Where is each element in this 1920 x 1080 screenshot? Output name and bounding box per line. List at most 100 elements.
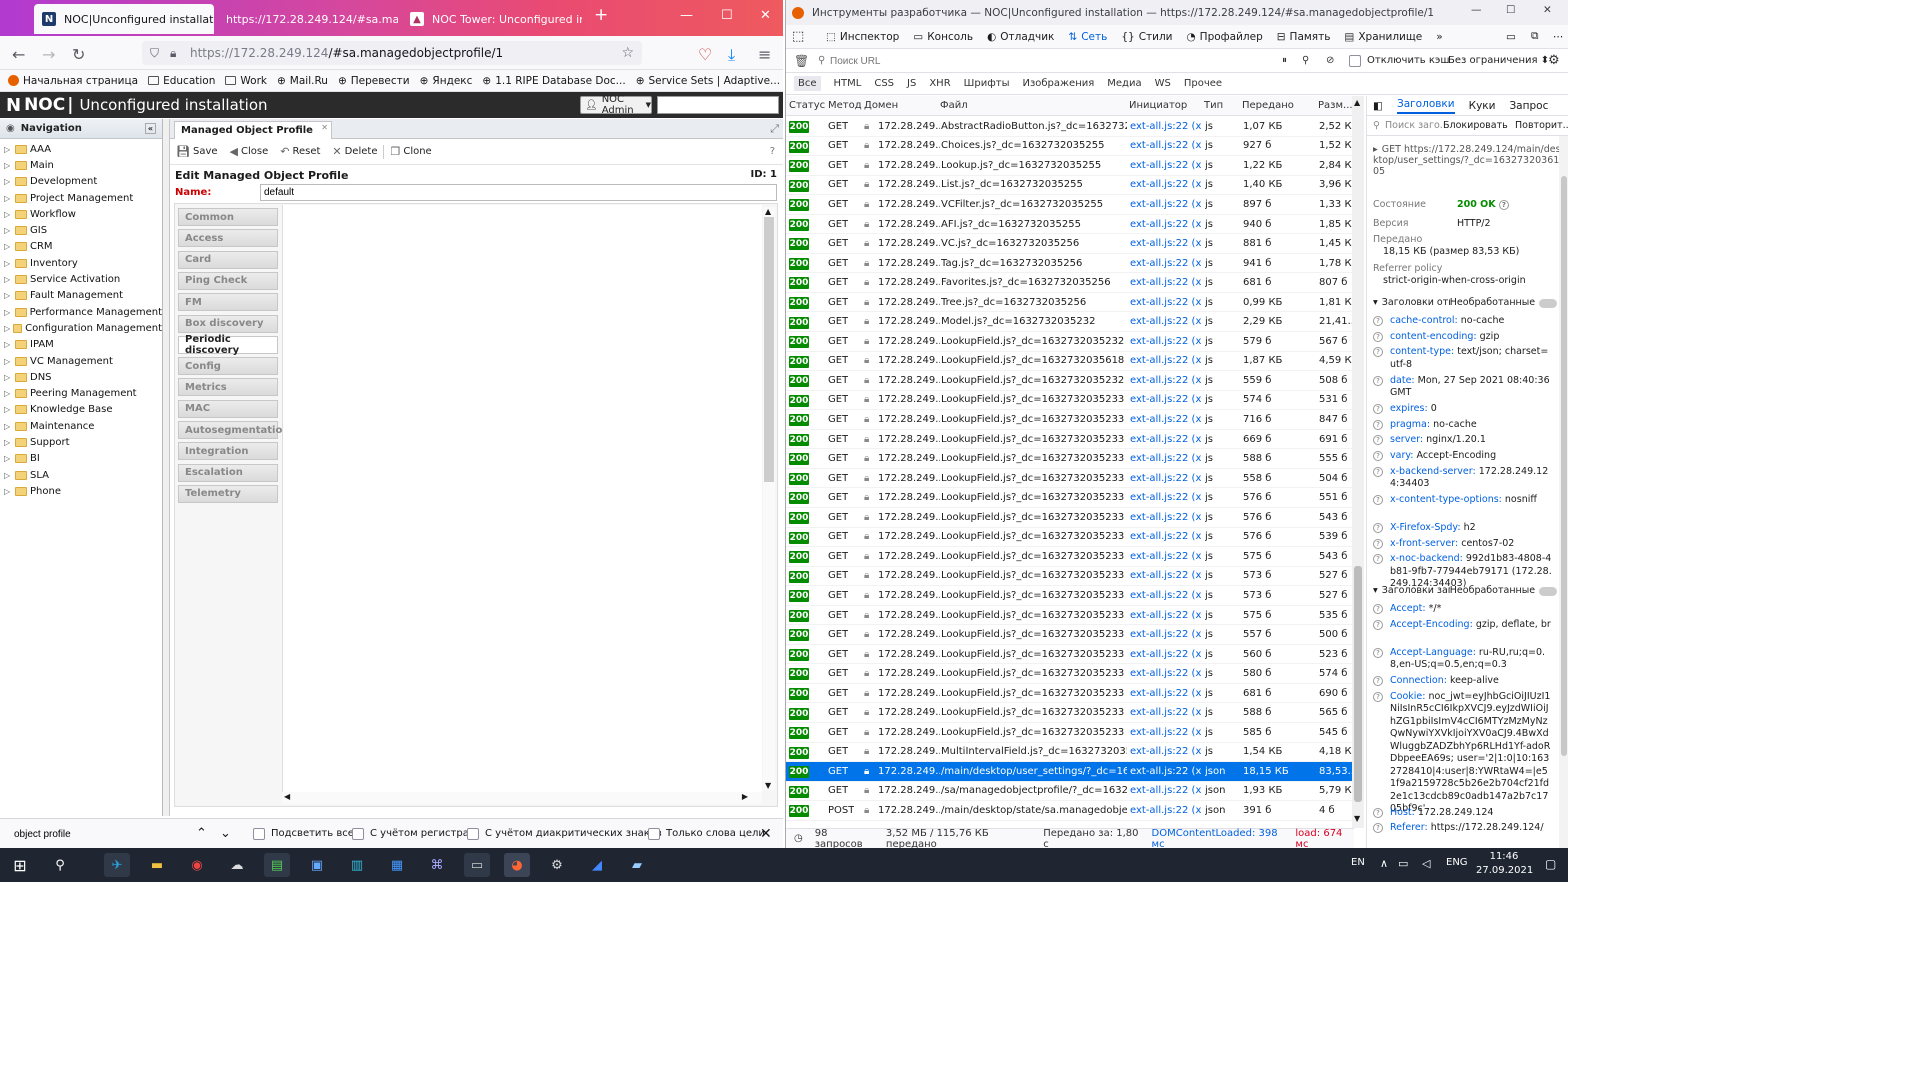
expand-arrow-icon[interactable]: ▷: [4, 275, 12, 284]
column-header[interactable]: Передано: [1242, 100, 1294, 111]
find-previous-icon[interactable]: ⌃: [196, 826, 207, 841]
request-row[interactable]: 200 GET 🔒︎ 172.28.249....Tag.js?_dc=1632732…: [786, 254, 1352, 274]
request-initiator[interactable]: ext-all.js:22 (xhr): [1130, 316, 1202, 327]
expand-arrow-icon[interactable]: ▷: [4, 438, 12, 447]
close-window-icon[interactable]: ✕: [760, 8, 771, 23]
request-row[interactable]: 200 GET 🔒︎ 172.28.249....LookupField.js?_dc…: [786, 371, 1352, 391]
type-filter-button[interactable]: JS: [907, 78, 916, 89]
help-icon[interactable]: ?: [1373, 316, 1383, 326]
expand-arrow-icon[interactable]: ▷: [4, 471, 12, 480]
request-initiator[interactable]: ext-all.js:22 (xhr): [1130, 394, 1202, 405]
nav-tree-item[interactable]: ▷ BI: [0, 451, 162, 467]
column-header[interactable]: Разм...: [1318, 100, 1353, 111]
request-initiator[interactable]: ext-all.js:22 (xhr): [1130, 590, 1202, 601]
reset-button[interactable]: ↶ Reset: [280, 145, 320, 158]
nav-tree-item[interactable]: ▷ GIS: [0, 222, 162, 238]
bookmark-star-icon[interactable]: ☆: [621, 45, 634, 61]
expand-arrow-icon[interactable]: ▷: [4, 226, 12, 235]
request-initiator[interactable]: ext-all.js:22 (xhr): [1130, 746, 1202, 757]
help-icon[interactable]: ?: [1373, 403, 1383, 414]
section-tab[interactable]: MAC: [178, 399, 278, 418]
expand-arrow-icon[interactable]: ▷: [4, 454, 12, 463]
scroll-thumb[interactable]: [764, 217, 774, 482]
find-next-icon[interactable]: ⌄: [220, 826, 231, 841]
responsive-icon[interactable]: ⧉: [1531, 30, 1539, 43]
column-header[interactable]: Домен: [864, 100, 898, 111]
help-icon[interactable]: ?: [1373, 604, 1383, 614]
chevron-up-icon[interactable]: ∧: [1380, 857, 1388, 870]
pocket-icon[interactable]: ♡: [698, 45, 712, 64]
headers-filter-input[interactable]: Поиск заго.: [1385, 120, 1443, 131]
request-list-scrollbar[interactable]: ▲ ▼: [1352, 96, 1364, 828]
match-case-checkbox[interactable]: С учётом регистра: [352, 827, 469, 840]
expand-arrow-icon[interactable]: ▷: [4, 373, 12, 382]
details-tab[interactable]: Куки: [1469, 100, 1496, 112]
delete-button[interactable]: ✕ Delete: [332, 145, 377, 158]
section-tab[interactable]: FM: [178, 293, 278, 312]
nav-tree-item[interactable]: ▷ Support: [0, 434, 162, 450]
address-bar[interactable]: ⛉ 🔒︎ https://172.28.249.124/#sa.managedo…: [142, 41, 642, 65]
scroll-down-icon[interactable]: ▼: [765, 781, 771, 790]
terminal-icon[interactable]: ▭: [464, 853, 490, 877]
close-window-icon[interactable]: ✕: [1543, 4, 1552, 16]
request-row[interactable]: 200 GET 🔒︎ 172.28.249....LookupField.js?_dc…: [786, 430, 1352, 450]
bookmark-item[interactable]: ⊕ Яндекс: [420, 75, 473, 87]
scroll-left-icon[interactable]: ◀: [284, 792, 290, 801]
user-menu-button[interactable]: 👤︎ NOC Admin ▼: [580, 94, 652, 116]
chrome-icon[interactable]: ◉: [184, 853, 210, 877]
request-row[interactable]: 200 GET 🔒︎ 172.28.249....LookupField.js?_dc…: [786, 704, 1352, 723]
close-find-icon[interactable]: ✕: [760, 826, 772, 842]
maximize-icon[interactable]: ☐: [721, 8, 733, 23]
request-row[interactable]: 200 GET 🔒︎ 172.28.249..../main/desktop/user…: [786, 762, 1352, 782]
nav-tree-item[interactable]: ▷ Project Management: [0, 190, 162, 206]
help-icon[interactable]: ?: [1373, 691, 1383, 702]
nav-tree-item[interactable]: ▷ Inventory: [0, 255, 162, 271]
request-initiator[interactable]: ext-all.js:22 (xhr): [1130, 629, 1202, 640]
response-headers-section[interactable]: ▾Заголовки ответаНеобработанные: [1373, 297, 1563, 308]
expand-icon[interactable]: ▸: [1373, 144, 1378, 155]
request-initiator[interactable]: ext-all.js:22 (xhr): [1130, 785, 1202, 796]
request-initiator[interactable]: ext-all.js:22 (xhr): [1130, 610, 1202, 621]
bookmark-item[interactable]: ⊕ 1.1 RIPE Database Doc...: [482, 75, 625, 87]
help-icon[interactable]: ?: [1373, 450, 1383, 461]
request-row[interactable]: 200 GET 🔒︎ 172.28.249....LookupField.js?_dc…: [786, 352, 1352, 372]
scroll-up-icon[interactable]: ▲: [1354, 98, 1360, 107]
expand-arrow-icon[interactable]: ▷: [4, 357, 12, 366]
browser-tab-noc[interactable]: N NOC|Unconfigured installation ✕: [34, 4, 214, 34]
diacritics-checkbox[interactable]: С учётом диакритических знаков: [467, 827, 662, 840]
scroll-up-icon[interactable]: ▲: [765, 207, 771, 216]
nav-tree-item[interactable]: ▷ Peering Management: [0, 385, 162, 401]
section-tab[interactable]: Autosegmentation: [178, 421, 289, 439]
store-icon[interactable]: ▥: [344, 853, 370, 877]
help-icon[interactable]: ?: [1373, 676, 1383, 687]
request-initiator[interactable]: ext-all.js:22 (xhr): [1130, 375, 1202, 386]
details-tab[interactable]: Запрос: [1509, 100, 1548, 112]
tab-managed-object-profile[interactable]: Managed Object Profile ✕: [174, 121, 332, 139]
settings-gear-icon[interactable]: ⚙: [544, 853, 570, 877]
help-icon[interactable]: ?: [1373, 435, 1383, 446]
request-initiator[interactable]: ext-all.js:22 (xhr): [1130, 688, 1202, 699]
request-row[interactable]: 200 GET 🔒︎ 172.28.249....LookupField.js?_dc…: [786, 723, 1352, 743]
notifications-icon[interactable]: ▢: [1545, 857, 1556, 871]
input-language[interactable]: EN: [1351, 857, 1365, 868]
nav-tree-item[interactable]: ▷ Maintenance: [0, 418, 162, 434]
nav-tree-item[interactable]: ▷ Workflow: [0, 206, 162, 222]
request-row[interactable]: 200 GET 🔒︎ 172.28.249....LookupField.js?_dc…: [786, 547, 1352, 567]
trash-icon[interactable]: 🗑︎: [794, 54, 809, 68]
section-tab[interactable]: Box discovery: [178, 314, 278, 333]
scroll-thumb[interactable]: [1354, 566, 1362, 802]
request-initiator[interactable]: ext-all.js:22 (xhr): [1130, 707, 1202, 718]
scroll-thumb[interactable]: [1561, 176, 1567, 756]
request-row[interactable]: 200 GET 🔒︎ 172.28.249....LookupField.js?_dc…: [786, 528, 1352, 548]
request-row[interactable]: 200 GET 🔒︎ 172.28.249....AbstractRadioButto…: [786, 117, 1352, 137]
type-filter-button[interactable]: HTML: [834, 78, 862, 89]
section-tab[interactable]: Access: [178, 229, 278, 248]
block-button[interactable]: Блокировать: [1443, 120, 1508, 131]
devtools-tab[interactable]: ▭ Консоль: [913, 31, 973, 43]
help-icon[interactable]: ?: [1373, 554, 1383, 565]
request-row[interactable]: 200 GET 🔒︎ 172.28.249..../sa/managedobjectp…: [786, 782, 1352, 802]
request-row[interactable]: 200 GET 🔒︎ 172.28.249....LookupField.js?_dc…: [786, 469, 1352, 489]
request-initiator[interactable]: ext-all.js:22 (xhr): [1130, 766, 1202, 777]
type-filter-button[interactable]: XHR: [929, 78, 950, 89]
request-initiator[interactable]: ext-all.js:22 (xhr): [1130, 355, 1202, 366]
